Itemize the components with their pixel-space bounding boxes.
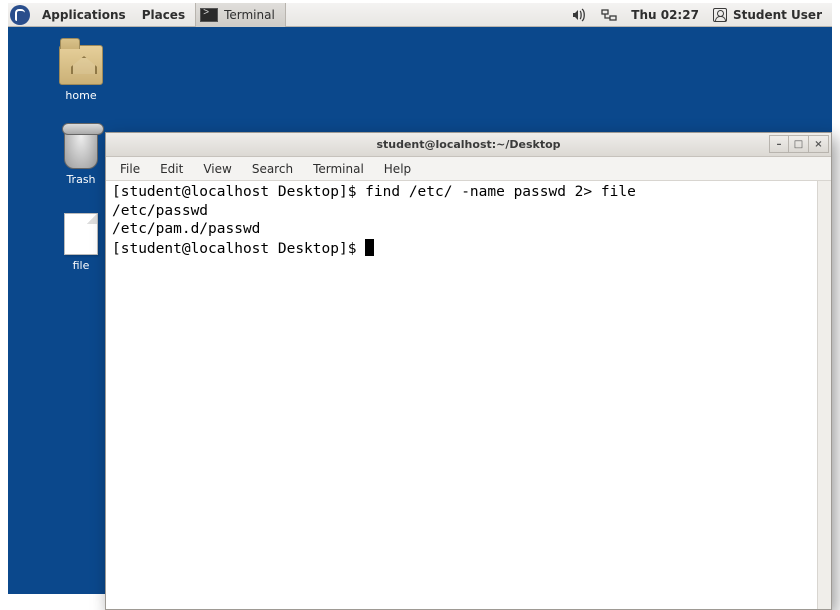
term-prompt: [student@localhost Desktop]$ [112, 241, 365, 257]
terminal-window: student@localhost:~/Desktop – □ × File E… [105, 132, 832, 610]
menu-help[interactable]: Help [374, 159, 421, 179]
term-command: find /etc/ -name passwd 2> file [365, 184, 636, 200]
desktop-icon-home[interactable]: home [46, 45, 116, 102]
desktop[interactable]: home Trash file student@localhost:~/Desk… [8, 27, 832, 594]
distro-logo-icon[interactable] [10, 5, 30, 25]
menu-terminal[interactable]: Terminal [303, 159, 374, 179]
trash-icon [64, 127, 98, 169]
folder-home-icon [59, 45, 103, 85]
network-icon[interactable] [601, 7, 617, 23]
window-titlebar[interactable]: student@localhost:~/Desktop – □ × [106, 133, 831, 157]
taskbar-item-label: Terminal [224, 8, 275, 22]
terminal-scrollbar[interactable] [817, 181, 831, 609]
terminal-menubar: File Edit View Search Terminal Help [106, 157, 831, 181]
menu-edit[interactable]: Edit [150, 159, 193, 179]
terminal-icon [200, 8, 218, 22]
window-maximize-button[interactable]: □ [789, 135, 809, 153]
places-menu[interactable]: Places [134, 4, 193, 26]
terminal-content[interactable]: [student@localhost Desktop]$ find /etc/ … [106, 181, 831, 609]
file-icon [64, 213, 98, 255]
menu-view[interactable]: View [193, 159, 241, 179]
applications-menu[interactable]: Applications [34, 4, 134, 26]
term-output-line: /etc/pam.d/passwd [112, 221, 260, 237]
taskbar-item-terminal[interactable]: Terminal [195, 3, 286, 27]
window-minimize-button[interactable]: – [769, 135, 789, 153]
window-title: student@localhost:~/Desktop [106, 138, 831, 151]
desktop-icon-label: home [46, 89, 116, 102]
window-close-button[interactable]: × [809, 135, 829, 153]
clock[interactable]: Thu 02:27 [631, 8, 699, 22]
term-output-line: /etc/passwd [112, 203, 208, 219]
volume-icon[interactable] [571, 7, 587, 23]
menu-file[interactable]: File [110, 159, 150, 179]
user-icon [713, 8, 727, 22]
term-prompt: [student@localhost Desktop]$ [112, 184, 365, 200]
cursor-icon [365, 239, 374, 256]
menu-search[interactable]: Search [242, 159, 303, 179]
gnome-top-panel: Applications Places Terminal Thu 02:27 S… [8, 3, 832, 27]
user-label: Student User [733, 8, 822, 22]
user-menu[interactable]: Student User [713, 8, 822, 22]
